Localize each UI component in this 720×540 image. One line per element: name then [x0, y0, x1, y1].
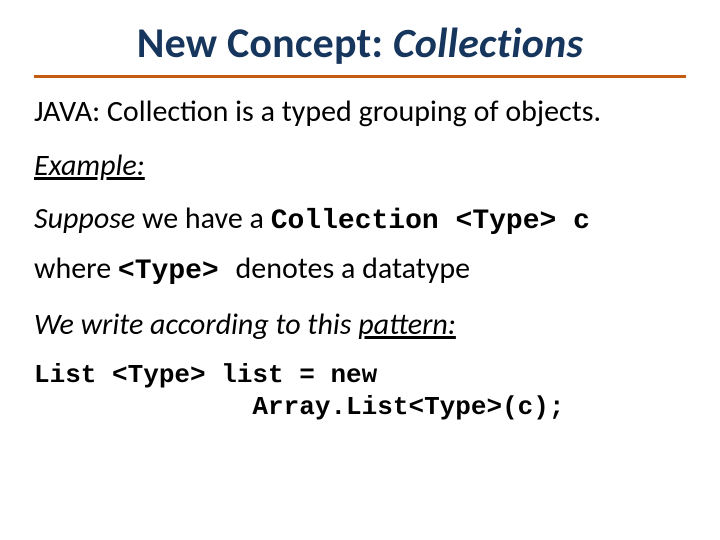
title-rule [34, 75, 686, 78]
example-label: Example: [34, 146, 686, 186]
title-prefix: New Concept: [137, 18, 393, 69]
suppose-line: Suppose we have a Collection <Type> c [34, 199, 686, 241]
where-line: where <Type> denotes a datatype [34, 249, 686, 291]
definition-text: JAVA: Collection is a typed grouping of … [34, 92, 686, 132]
slide-title: New Concept: Collections [34, 18, 686, 69]
title-emphasis: Collections [393, 18, 583, 69]
pattern-lead: We write according to this [34, 306, 358, 343]
where-code: <Type> [118, 256, 236, 287]
pattern-underlined: pattern: [358, 306, 456, 343]
slide: New Concept: Collections JAVA: Collectio… [0, 0, 720, 540]
where-lead: where [34, 250, 118, 287]
suppose-code: Collection <Type> c [271, 206, 590, 237]
example-label-text: Example: [34, 147, 145, 184]
slide-body: JAVA: Collection is a typed grouping of … [34, 92, 686, 424]
where-rest: denotes a datatype [236, 250, 471, 287]
pattern-line: We write according to this pattern: [34, 305, 686, 345]
suppose-rest: we have a [135, 200, 270, 237]
code-block: List <Type> list = new Array.List<Type>(… [34, 359, 686, 424]
suppose-lead: Suppose [34, 200, 135, 237]
